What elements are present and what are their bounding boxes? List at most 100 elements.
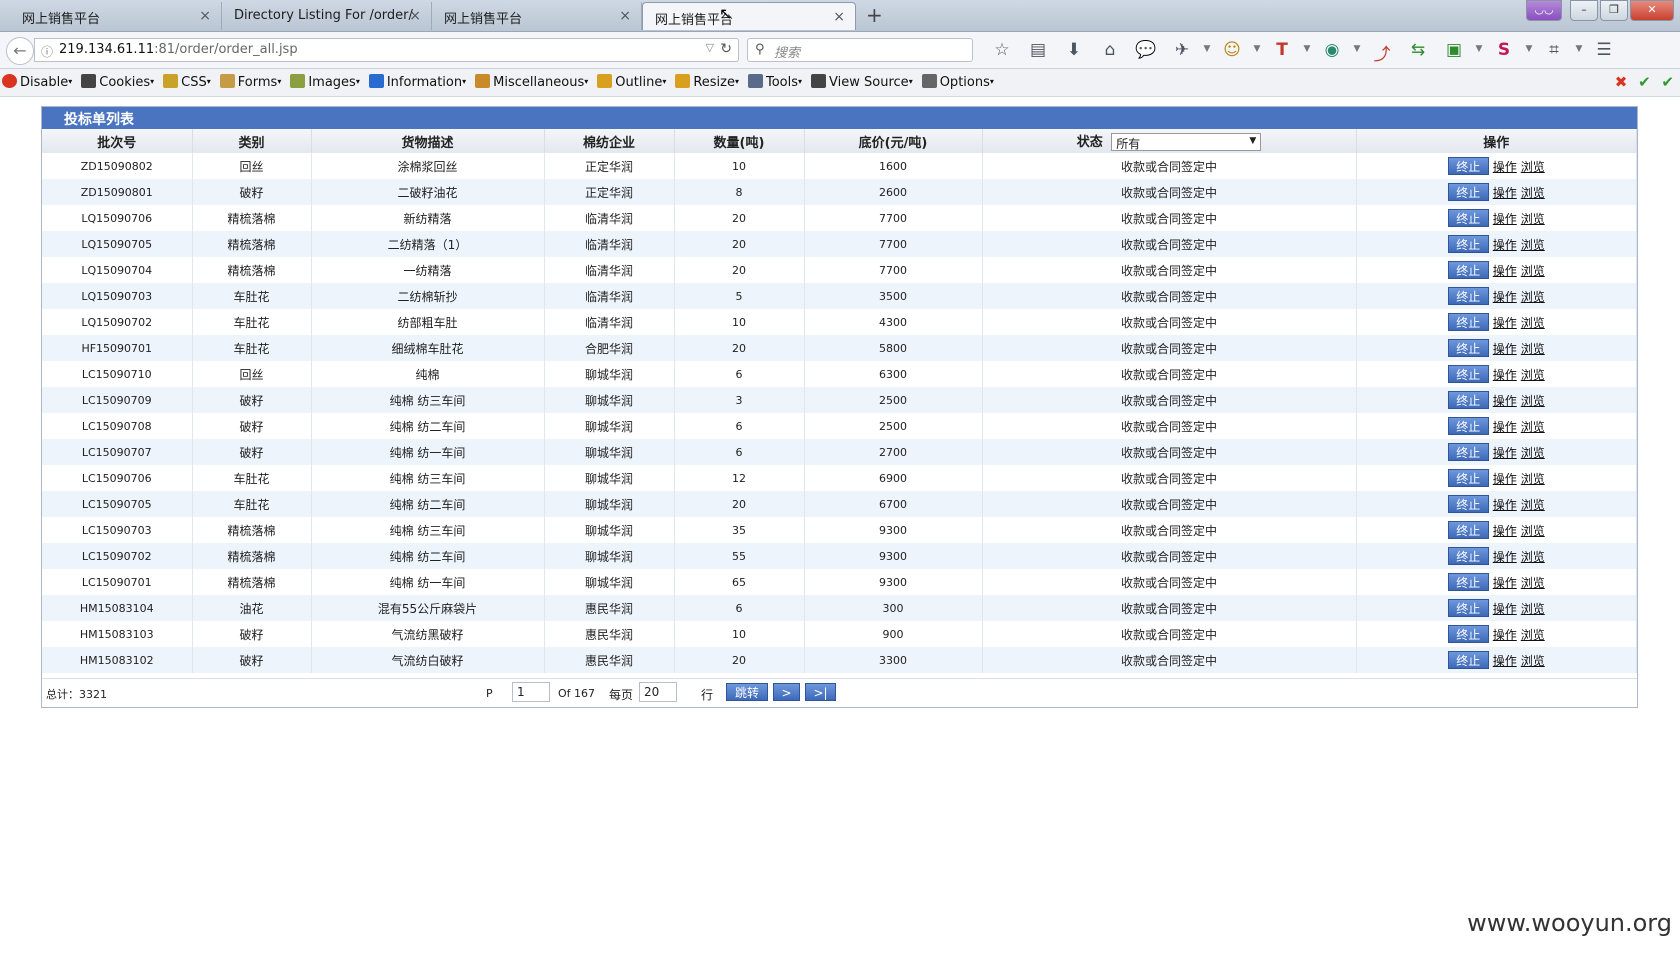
view-link[interactable]: 浏览 [1521,342,1545,356]
stop-button[interactable]: 终止 [1447,157,1489,175]
stop-button[interactable]: 终止 [1447,235,1489,253]
view-link[interactable]: 浏览 [1521,212,1545,226]
operate-link[interactable]: 操作 [1493,160,1517,174]
stop-button[interactable]: 终止 [1447,521,1489,539]
chevron-down-icon[interactable]: ▼ [1350,40,1364,65]
view-link[interactable]: 浏览 [1521,654,1545,668]
close-icon[interactable]: × [619,8,631,24]
dev-menu-item[interactable]: Disable▾ [2,74,72,90]
url-bar[interactable]: ⓘ 219.134.61.11:81/order/order_all.jsp ▽… [34,38,739,62]
operate-link[interactable]: 操作 [1493,238,1517,252]
minimize-button[interactable]: – [1570,0,1598,21]
back-button[interactable]: ← [6,37,34,65]
check-icon[interactable]: ✔ [1638,73,1651,91]
dev-menu-item[interactable]: Cookies▾ [81,74,154,90]
view-link[interactable]: 浏览 [1521,602,1545,616]
operate-link[interactable]: 操作 [1493,316,1517,330]
globe-icon[interactable]: ◉ [1314,40,1350,65]
chevron-down-icon[interactable]: ▼ [1522,40,1536,65]
new-tab-button[interactable]: + [866,3,883,27]
stop-button[interactable]: 终止 [1447,651,1489,669]
dev-menu-item[interactable]: Miscellaneous▾ [475,74,588,90]
operate-link[interactable]: 操作 [1493,290,1517,304]
per-page-input[interactable]: 20 [639,682,677,702]
status-filter-select[interactable]: 所有 ▼ [1111,133,1262,152]
view-link[interactable]: 浏览 [1521,524,1545,538]
stop-button[interactable]: 终止 [1447,209,1489,227]
operate-link[interactable]: 操作 [1493,524,1517,538]
last-page-button[interactable]: >| [805,683,836,701]
view-link[interactable]: 浏览 [1521,498,1545,512]
view-link[interactable]: 浏览 [1521,628,1545,642]
stop-button[interactable]: 终止 [1447,391,1489,409]
dev-menu-item[interactable]: Tools▾ [748,74,802,90]
operate-link[interactable]: 操作 [1493,342,1517,356]
extension-icon[interactable]: ✈ [1164,40,1200,65]
dev-menu-item[interactable]: Options▾ [921,74,994,90]
dev-menu-item[interactable]: CSS▾ [163,74,211,90]
operate-link[interactable]: 操作 [1493,446,1517,460]
reading-list-icon[interactable]: ▤ [1020,40,1056,65]
chevron-down-icon[interactable]: ▼ [1472,40,1486,65]
stop-button[interactable]: 终止 [1447,547,1489,565]
operate-link[interactable]: 操作 [1493,550,1517,564]
operate-link[interactable]: 操作 [1493,368,1517,382]
graph-icon[interactable]: ⤴ [1364,40,1400,65]
view-link[interactable]: 浏览 [1521,290,1545,304]
stop-button[interactable]: 终止 [1447,443,1489,461]
sync-icon[interactable]: ⇆ [1400,40,1436,65]
stop-button[interactable]: 终止 [1447,625,1489,643]
operate-link[interactable]: 操作 [1493,420,1517,434]
stop-button[interactable]: 终止 [1447,599,1489,617]
download-icon[interactable]: ⬇ [1056,40,1092,65]
operate-link[interactable]: 操作 [1493,264,1517,278]
chat-icon[interactable]: 💬 [1128,40,1164,65]
view-link[interactable]: 浏览 [1521,238,1545,252]
view-link[interactable]: 浏览 [1521,576,1545,590]
operate-link[interactable]: 操作 [1493,498,1517,512]
jump-button[interactable]: 跳转 [726,683,768,701]
view-link[interactable]: 浏览 [1521,186,1545,200]
chevron-down-icon[interactable]: ▼ [1300,40,1314,65]
operate-link[interactable]: 操作 [1493,628,1517,642]
counter-icon[interactable]: ▣ [1436,40,1472,65]
chevron-down-icon[interactable]: ▼ [1200,40,1214,65]
operate-link[interactable]: 操作 [1493,394,1517,408]
operate-link[interactable]: 操作 [1493,472,1517,486]
reload-icon[interactable]: ↻ [720,41,732,57]
stop-button[interactable]: 终止 [1447,287,1489,305]
site-info-icon[interactable]: ⓘ [41,43,53,60]
stop-button[interactable]: 终止 [1447,469,1489,487]
close-icon[interactable]: × [409,8,421,24]
view-link[interactable]: 浏览 [1521,446,1545,460]
bookmark-star-icon[interactable]: ☆ [984,40,1020,65]
chevron-down-icon[interactable]: ▼ [1572,40,1586,65]
tab-2[interactable]: Directory Listing For /order/ × [222,2,432,30]
stop-button[interactable]: 终止 [1447,339,1489,357]
close-icon[interactable]: × [833,9,845,25]
operate-link[interactable]: 操作 [1493,602,1517,616]
crop-icon[interactable]: ⌗ [1536,40,1572,65]
stop-button[interactable]: 终止 [1447,573,1489,591]
operate-link[interactable]: 操作 [1493,212,1517,226]
tab-1[interactable]: 网上销售平台 × [0,2,222,30]
dev-menu-item[interactable]: Images▾ [290,74,360,90]
search-input[interactable]: ⚲ 搜索 [747,38,973,62]
stop-button[interactable]: 终止 [1447,313,1489,331]
operate-link[interactable]: 操作 [1493,186,1517,200]
view-link[interactable]: 浏览 [1521,550,1545,564]
check-icon[interactable]: ✔ [1661,73,1674,91]
close-icon[interactable]: × [199,8,211,24]
view-link[interactable]: 浏览 [1521,420,1545,434]
text-tool-icon[interactable]: T [1264,40,1300,65]
view-link[interactable]: 浏览 [1521,264,1545,278]
operate-link[interactable]: 操作 [1493,654,1517,668]
menu-icon[interactable]: ☰ [1586,40,1622,65]
stop-button[interactable]: 终止 [1447,495,1489,513]
restore-button[interactable]: ❐ [1600,0,1628,21]
stop-button[interactable]: 终止 [1447,417,1489,435]
next-page-button[interactable]: > [773,683,800,701]
view-link[interactable]: 浏览 [1521,394,1545,408]
dev-menu-item[interactable]: View Source▾ [811,74,913,90]
chevron-down-icon[interactable]: ▼ [1250,40,1264,65]
